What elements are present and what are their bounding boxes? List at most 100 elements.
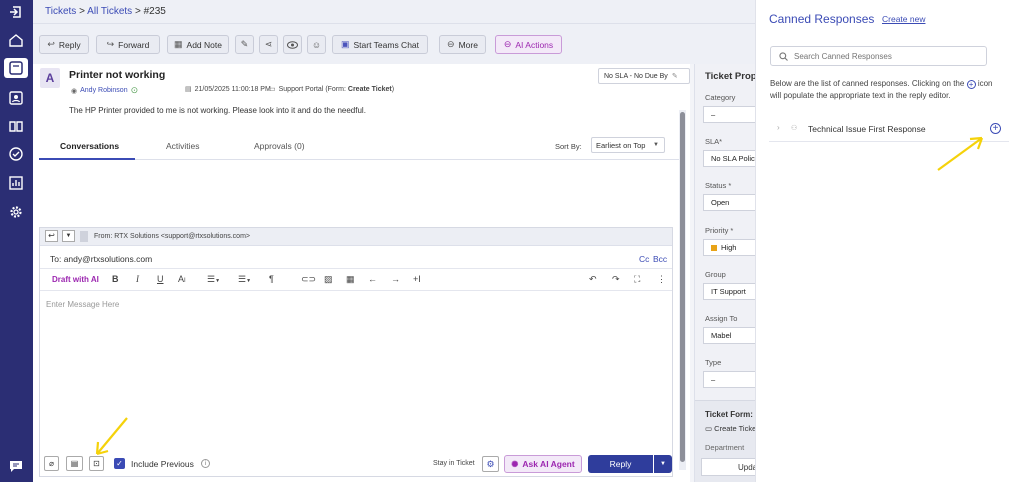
date-meta: ▤ 21/05/2025 11:00:18 PM	[185, 85, 271, 94]
ordered-list-icon[interactable]: ☰▼	[207, 274, 220, 285]
knowledge-base-icon[interactable]	[8, 118, 24, 134]
start-teams-chat-button[interactable]: ▣ Start Teams Chat	[332, 35, 428, 54]
share-icon: ⋖	[264, 39, 273, 49]
attachment-icon[interactable]: ⌀	[44, 456, 59, 471]
horizontal-rule-icon[interactable]: +I	[413, 274, 421, 284]
to-address[interactable]: To: andy@rtxsolutions.com	[50, 254, 152, 264]
requester-name[interactable]: Andy Robinson	[80, 87, 127, 94]
scrollbar[interactable]	[679, 110, 686, 470]
type-label: Type	[705, 358, 722, 367]
tab-conversations[interactable]: Conversations	[60, 141, 119, 151]
priority-color-dot	[711, 244, 717, 251]
info-icon[interactable]: i	[201, 459, 210, 468]
teams-icon: ▣	[340, 39, 350, 49]
settings-gear-icon[interactable]	[8, 204, 24, 220]
stay-settings-gear-icon[interactable]: ⚙	[482, 456, 499, 472]
logout-icon[interactable]	[8, 4, 24, 20]
fullscreen-icon[interactable]: ⛶	[634, 274, 640, 285]
tab-activities[interactable]: Activities	[166, 141, 200, 151]
group-people-icon: ⚇	[791, 125, 798, 132]
breadcrumb-all-tickets[interactable]: All Tickets	[87, 6, 132, 17]
font-size-icon[interactable]: AI	[178, 274, 186, 284]
add-user-icon: ☺	[311, 39, 322, 50]
annotation-arrow-icon	[95, 417, 128, 456]
breadcrumb-separator: >	[79, 6, 85, 17]
bullet-list-icon[interactable]: ☰▼	[238, 274, 251, 285]
search-icon	[779, 51, 788, 61]
breadcrumb-separator: >	[134, 6, 141, 17]
add-note-button[interactable]: ▦ Add Note	[167, 35, 229, 54]
avatar: A	[40, 68, 60, 88]
chevron-right-icon[interactable]: ›	[777, 123, 780, 132]
reports-icon[interactable]	[8, 175, 24, 191]
add-user-button[interactable]: ☺	[307, 35, 326, 54]
ticket-description: The HP Printer provided to me is not wor…	[69, 106, 366, 115]
edit-button[interactable]: ✎	[235, 35, 254, 54]
sla-select[interactable]: No SLA Policy	[703, 150, 756, 167]
ask-ai-agent-button[interactable]: ✺ Ask AI Agent	[504, 455, 582, 473]
canned-responses-title: Canned Responses	[769, 12, 875, 26]
group-select[interactable]: IT Support	[703, 283, 756, 300]
sort-by-label: Sort By:	[555, 142, 582, 151]
chevron-down-icon: ▼	[653, 142, 659, 148]
link-icon[interactable]: ⊂⊃	[301, 274, 316, 285]
group-label: Group	[705, 270, 726, 279]
status-select[interactable]: Open	[703, 194, 756, 211]
more-options-icon[interactable]: ⋮	[657, 274, 666, 285]
breadcrumb-tickets[interactable]: Tickets	[45, 6, 76, 17]
contacts-icon[interactable]	[8, 90, 24, 106]
table-icon[interactable]: ▦	[346, 274, 355, 285]
canned-search-input[interactable]	[794, 51, 974, 61]
forward-button[interactable]: ↪ Forward	[96, 35, 160, 54]
category-select[interactable]: –	[703, 106, 756, 123]
scrollbar-thumb[interactable]	[680, 112, 685, 462]
chat-icon[interactable]	[8, 458, 24, 474]
canned-responses-panel: Canned Responses Create new Below are th…	[755, 0, 1024, 482]
watch-button[interactable]	[283, 35, 302, 54]
reply-options-chevron-icon[interactable]: ▼	[654, 455, 672, 473]
update-button[interactable]: Update	[701, 458, 756, 476]
home-icon[interactable]	[8, 32, 24, 48]
stay-in-ticket-label: Stay in Ticket	[433, 460, 475, 467]
insert-canned-response-icon[interactable]: +	[990, 123, 1001, 134]
sla-due-badge[interactable]: No SLA - No Due By ✎	[598, 68, 690, 84]
outdent-icon[interactable]: ←	[368, 274, 377, 284]
indent-icon[interactable]: →	[391, 274, 400, 284]
editor-from-bar: ↩ ▼ From: RTX Solutions <support@rtxsolu…	[40, 228, 672, 246]
knowledge-insert-icon[interactable]: ▤	[66, 456, 83, 471]
send-reply-button[interactable]: Reply	[588, 455, 653, 473]
priority-select[interactable]: High	[703, 239, 756, 256]
draft-with-ai-button[interactable]: Draft with AI	[52, 275, 99, 284]
from-address[interactable]: From: RTX Solutions <support@rtxsolution…	[94, 233, 250, 240]
ai-sparkle-icon: ✺	[511, 458, 519, 469]
image-icon[interactable]: ▨	[324, 274, 333, 285]
assign-to-select[interactable]: Mabel	[703, 327, 756, 344]
bold-icon[interactable]: B	[112, 274, 119, 284]
undo-icon[interactable]: ↶	[589, 274, 597, 285]
tab-approvals[interactable]: Approvals (0)	[254, 141, 305, 151]
italic-icon[interactable]: I	[136, 274, 139, 284]
paragraph-icon[interactable]: ¶	[269, 274, 274, 284]
form-icon: ▭	[705, 424, 715, 433]
ai-actions-button[interactable]: ⊖ AI Actions	[495, 35, 562, 54]
sort-select[interactable]: Earliest on Top ▼	[591, 137, 665, 153]
underline-icon[interactable]: U	[157, 274, 164, 284]
reply-editor: ↩ ▼ From: RTX Solutions <support@rtxsolu…	[39, 227, 673, 477]
create-new-link[interactable]: Create new	[882, 14, 925, 24]
from-divider	[80, 231, 88, 242]
tickets-nav-active[interactable]	[4, 58, 28, 78]
bcc-link[interactable]: Bcc	[653, 254, 667, 264]
share-button[interactable]: ⋖	[259, 35, 278, 54]
more-button[interactable]: ⊖ More	[439, 35, 486, 54]
eye-icon	[287, 40, 298, 49]
message-body-input[interactable]: Enter Message Here	[46, 300, 119, 309]
cc-link[interactable]: Cc	[639, 254, 649, 264]
reply-mode-chevron-icon[interactable]: ▼	[62, 230, 75, 242]
tasks-icon[interactable]	[8, 146, 24, 162]
type-select[interactable]: –	[703, 371, 756, 388]
redo-icon[interactable]: ↷	[612, 274, 620, 285]
reply-button[interactable]: ↩ Reply	[39, 35, 89, 54]
reply-mode-icon[interactable]: ↩	[45, 230, 58, 242]
user-icon: ◉	[71, 87, 78, 95]
canned-search-box[interactable]	[770, 46, 987, 66]
